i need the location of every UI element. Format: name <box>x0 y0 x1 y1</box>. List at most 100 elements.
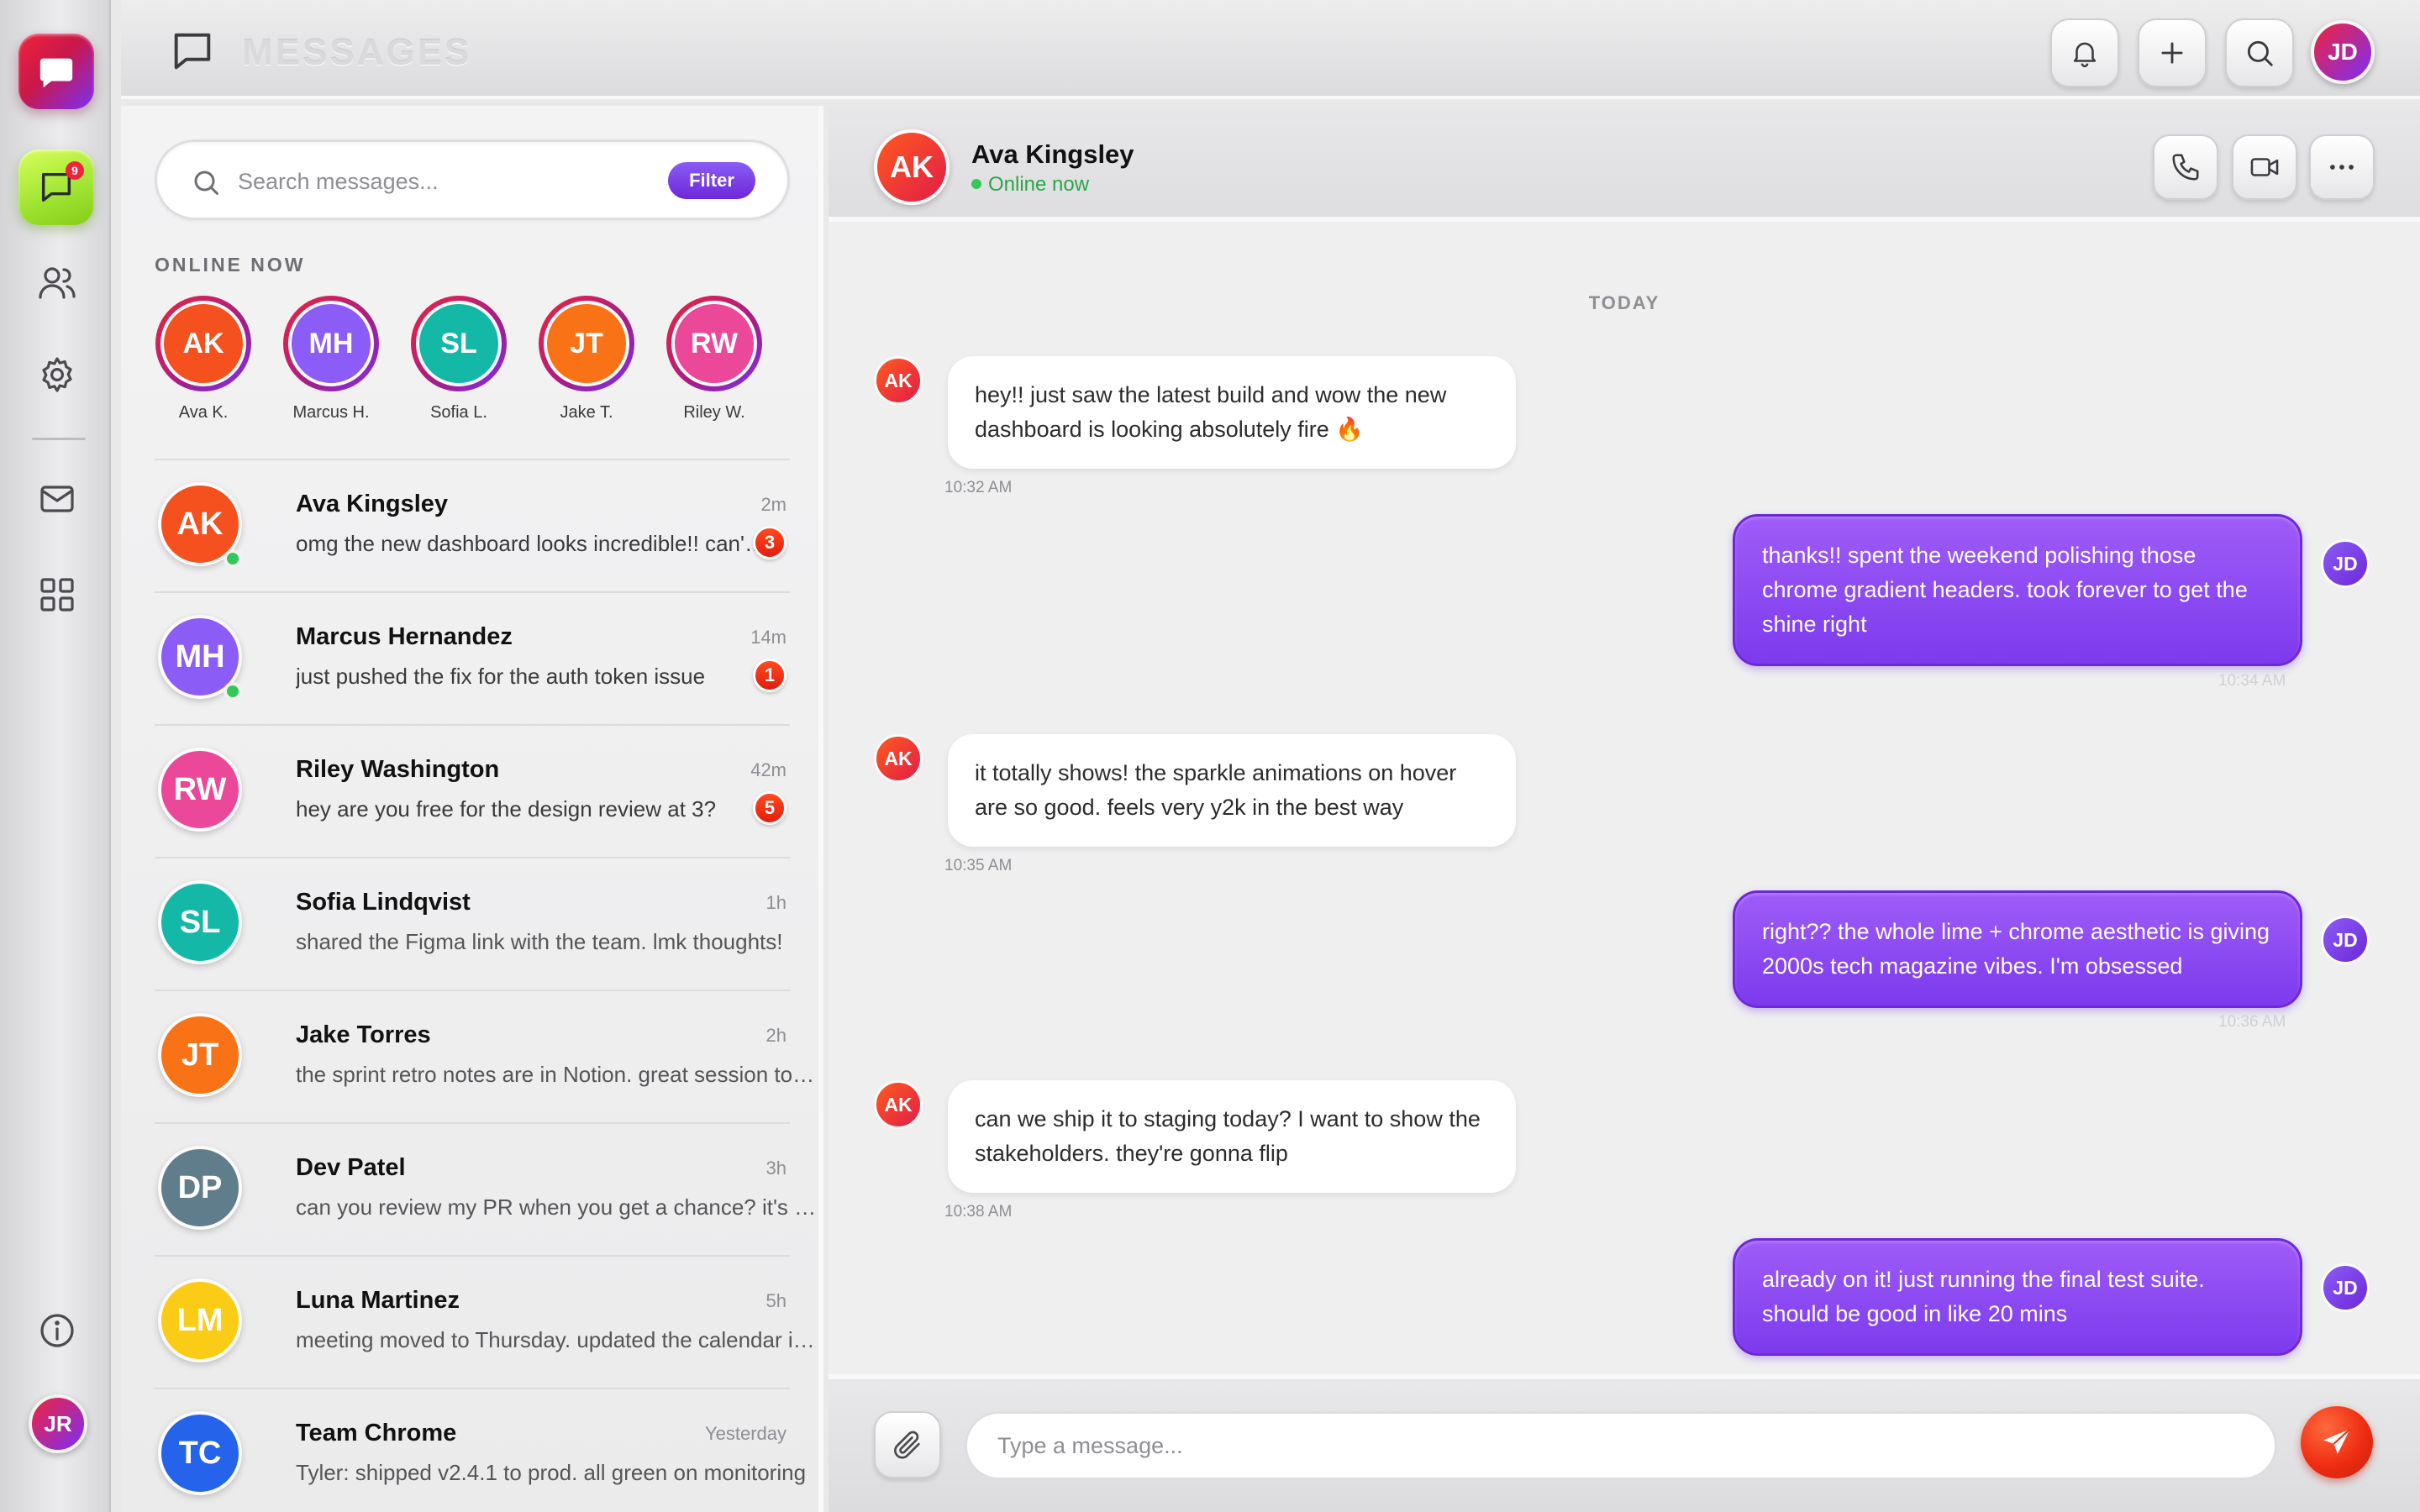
avatar: RW <box>158 748 242 832</box>
more-options-button[interactable] <box>2309 134 2375 200</box>
send-button[interactable] <box>2301 1406 2373 1478</box>
conversation-name: Ava Kingsley <box>296 491 449 517</box>
message-bubble[interactable]: hey!! just saw the latest build and wow … <box>948 356 1516 469</box>
conversation-item[interactable]: TC Team Chrome Yesterday Tyler: shipped v2.… <box>155 1389 806 1512</box>
search-input[interactable] <box>238 160 641 202</box>
notifications-button[interactable] <box>2050 18 2119 87</box>
online-user[interactable]: JT Jake T. <box>536 296 637 430</box>
conversation-item[interactable]: DP Dev Patel 3h can you review my PR when y… <box>155 1124 817 1257</box>
conversation-time: 42m <box>750 759 786 780</box>
top-bar: MESSAGES JD <box>121 0 2420 99</box>
message-bubble[interactable]: it totally shows! the sparkle animations… <box>948 734 1516 847</box>
nav-settings-button[interactable] <box>34 351 81 398</box>
message-timestamp: 10:32 AM <box>944 479 1013 496</box>
conversation-item[interactable]: AK Ava Kingsley 2m omg the new dashboard lo… <box>155 460 790 593</box>
conversation-preview: just pushed the fix for the auth token i… <box>296 664 706 689</box>
conversation-name: Jake Torres <box>296 1021 431 1048</box>
conversation-item[interactable]: JT Jake Torres 2h the sprint retro notes ar… <box>155 991 817 1124</box>
online-user[interactable]: SL Sofia L. <box>408 296 509 430</box>
conversation-preview: shared the Figma link with the team. lmk… <box>296 929 783 954</box>
online-indicator <box>224 682 242 701</box>
video-icon <box>2250 158 2279 176</box>
profile-avatar[interactable]: JD <box>2311 20 2375 84</box>
search-icon <box>2247 40 2273 66</box>
conversation-item[interactable]: MH Marcus Hernandez 14m just pushed the fix… <box>155 593 790 726</box>
nav-messages-button[interactable]: 9 <box>18 150 94 225</box>
conversation-time: 2h <box>765 1025 786 1046</box>
message-timestamp: 10:36 AM <box>2218 1013 2286 1031</box>
conversation-item[interactable]: SL Sofia Lindqvist 1h shared the Figma link… <box>155 858 790 991</box>
day-separator: TODAY <box>1588 292 1660 313</box>
online-user-name: Marcus H. <box>292 403 370 422</box>
nav-info-button[interactable] <box>34 1307 81 1354</box>
conversation-time: 5h <box>765 1290 786 1311</box>
conversation-list-panel: Filter ONLINE NOW AKAva K.MHMarcus H.SLS… <box>121 106 823 1512</box>
video-call-button[interactable] <box>2232 134 2297 200</box>
avatar: SL <box>158 880 242 964</box>
message-bubble[interactable]: already on it! just running the final te… <box>1733 1238 2302 1356</box>
app-logo-button[interactable] <box>18 34 94 109</box>
online-user[interactable]: MH Marcus H. <box>281 296 381 430</box>
avatar: AK <box>160 301 246 386</box>
avatar-ring: RW <box>666 296 762 391</box>
contact-avatar[interactable]: AK <box>874 129 950 205</box>
chat-bubble-icon <box>174 33 211 70</box>
avatar: MH <box>288 301 374 386</box>
conversation-item[interactable]: LM Luna Martinez 5h meeting moved to Thursd… <box>155 1257 817 1389</box>
nav-apps-button[interactable] <box>34 571 81 618</box>
online-user[interactable]: RW Riley W. <box>664 296 765 430</box>
unread-count-badge: 1 <box>753 659 786 692</box>
conversation-time: 2m <box>760 494 786 515</box>
paperclip-icon <box>894 1431 920 1459</box>
grid-icon <box>40 578 74 612</box>
conversation-preview: Tyler: shipped v2.4.1 to prod. all green… <box>296 1460 807 1485</box>
nav-mail-button[interactable] <box>34 475 81 522</box>
online-user-name: Ava K. <box>178 403 229 422</box>
message-avatar: AK <box>874 734 923 783</box>
unread-count-badge: 5 <box>753 791 786 825</box>
new-message-button[interactable] <box>2138 18 2207 87</box>
user-avatar[interactable]: JR <box>29 1394 87 1453</box>
global-search-button[interactable] <box>2225 18 2294 87</box>
message-avatar: AK <box>874 1080 923 1129</box>
filter-button[interactable]: Filter <box>668 162 755 199</box>
online-now-heading: ONLINE NOW <box>155 254 306 276</box>
online-user[interactable]: AK Ava K. <box>153 296 254 430</box>
avatar: LM <box>158 1278 242 1362</box>
message-thread[interactable]: TODAY AK hey!! just saw the latest build … <box>829 227 2420 1369</box>
info-icon <box>40 1314 74 1347</box>
mail-icon <box>40 486 74 512</box>
message-bubble[interactable]: thanks!! spent the weekend polishing tho… <box>1733 514 2302 666</box>
conversation-time: 14m <box>750 627 786 648</box>
voice-call-button[interactable] <box>2153 134 2218 200</box>
online-user-name: Jake T. <box>560 403 613 422</box>
avatar: JT <box>544 301 629 386</box>
avatar-ring: JT <box>539 296 634 391</box>
message-timestamp: 10:34 AM <box>2218 672 2286 690</box>
message-bubble[interactable]: right?? the whole lime + chrome aestheti… <box>1733 890 2302 1008</box>
conversation-time: 1h <box>765 892 786 913</box>
bell-icon <box>2073 42 2096 68</box>
message-avatar: JD <box>2321 539 2370 588</box>
avatar-ring: SL <box>411 296 507 391</box>
message-timestamp: 10:38 AM <box>944 1203 1013 1221</box>
message-avatar: AK <box>874 356 923 405</box>
contact-name: Ava Kingsley <box>971 139 1134 169</box>
unread-count-badge: 3 <box>753 526 786 559</box>
contact-status-text: Online now <box>988 173 1090 196</box>
message-input[interactable] <box>965 1411 2277 1480</box>
message-composer <box>829 1374 2420 1512</box>
conversation-preview: omg the new dashboard looks incredible!!… <box>296 531 766 556</box>
message-bubble[interactable]: can we ship it to staging today? I want … <box>948 1080 1516 1193</box>
contact-status: Online now <box>971 173 1089 197</box>
nav-contacts-button[interactable] <box>34 259 81 306</box>
attach-button[interactable] <box>874 1411 941 1478</box>
plus-icon <box>2161 42 2183 64</box>
message-timestamp: 10:35 AM <box>944 857 1013 874</box>
conversation-item[interactable]: RW Riley Washington 42m hey are you free fo… <box>155 726 790 858</box>
online-user-name: Riley W. <box>683 403 745 422</box>
message-avatar: JD <box>2321 1263 2370 1312</box>
avatar-ring: MH <box>283 296 379 391</box>
settings-icon <box>42 357 72 392</box>
conversation-name: Sofia Lindqvist <box>296 889 471 916</box>
